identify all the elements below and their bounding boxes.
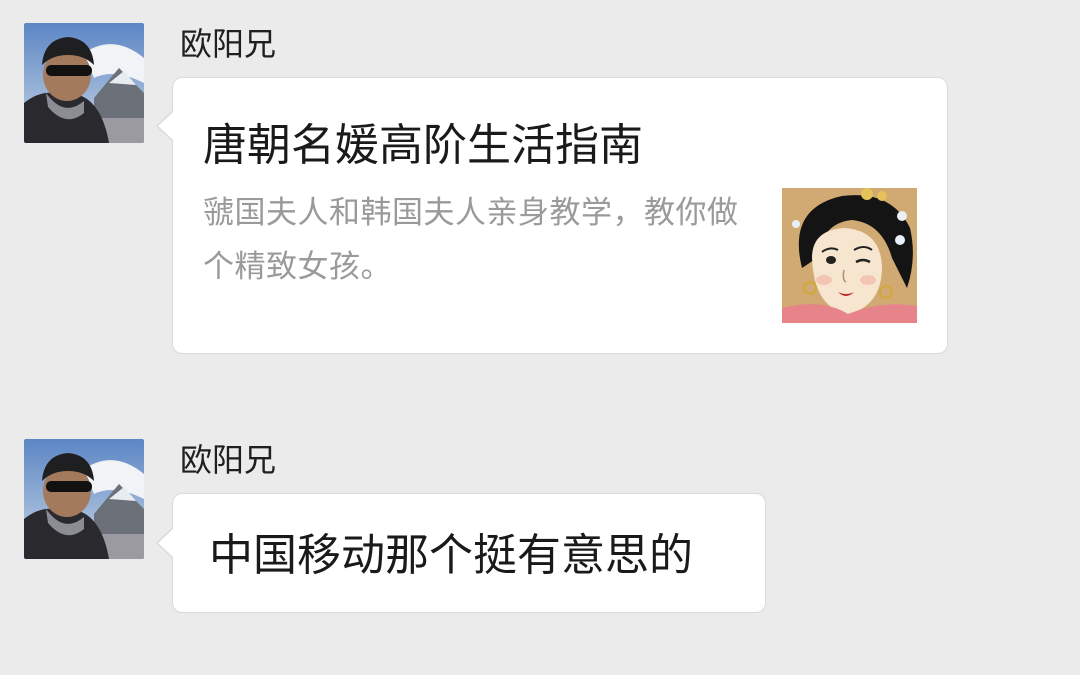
link-card-bubble[interactable]: 唐朝名媛高阶生活指南 虢国夫人和韩国夫人亲身教学，教你做个精致女孩。 [156, 77, 948, 354]
card-thumbnail [782, 188, 917, 323]
sender-name: 欧阳兄 [180, 25, 277, 63]
sender-avatar[interactable] [24, 439, 144, 559]
message-text: 中国移动那个挺有意思的 [209, 530, 693, 581]
sender-name: 欧阳兄 [180, 441, 277, 479]
sender-avatar[interactable] [24, 23, 144, 143]
card-description: 虢国夫人和韩国夫人亲身教学，教你做个精致女孩。 [203, 195, 739, 285]
text-message-bubble[interactable]: 中国移动那个挺有意思的 [156, 493, 766, 613]
card-title: 唐朝名媛高阶生活指南 [203, 120, 643, 171]
